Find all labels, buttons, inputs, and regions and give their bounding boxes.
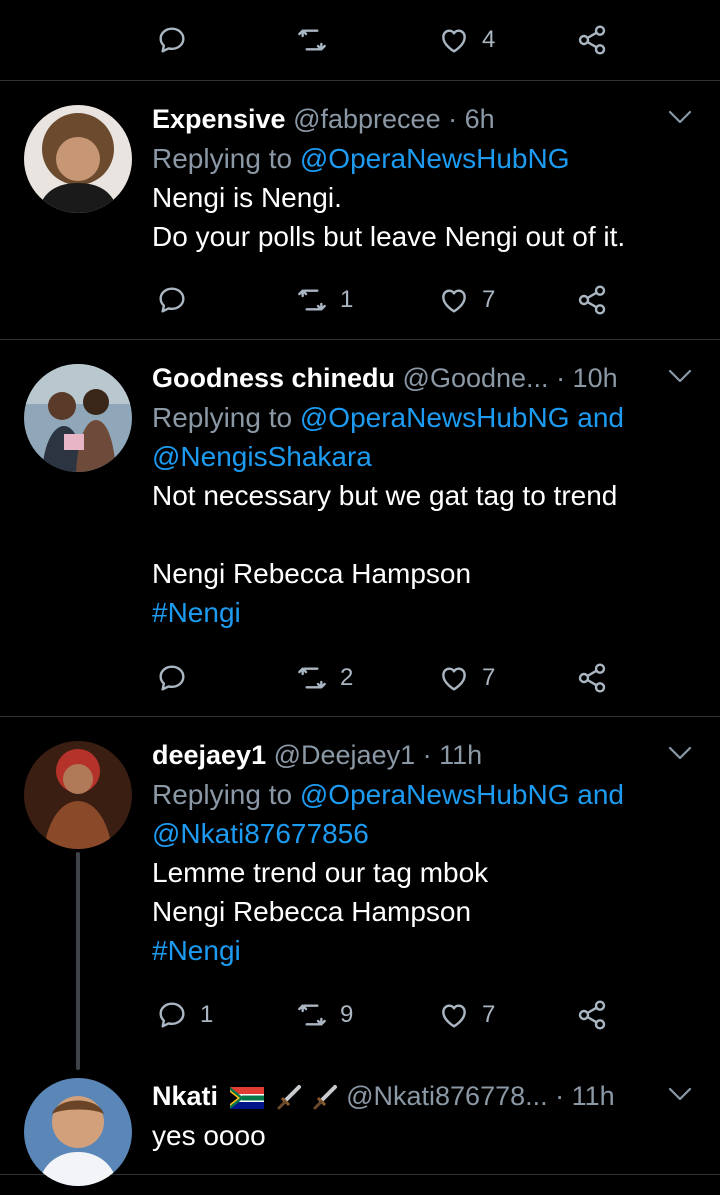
tweet-text-line: Nengi Rebecca Hampson	[152, 896, 472, 927]
tweet-text-line: Lemme trend our tag mbok	[152, 857, 489, 888]
share-icon	[578, 25, 606, 55]
tweet-body: Nkati @Nkati876778... · 11h yes oooo	[152, 1076, 696, 1155]
tweet-text-line: Nengi Rebecca Hampson	[152, 558, 472, 589]
mention-link[interactable]: @OperaNewsHubNG	[300, 402, 570, 433]
avatar[interactable]	[24, 1078, 132, 1186]
chevron-down-icon[interactable]	[668, 1086, 692, 1102]
mention-link[interactable]: @Nkati87677856	[152, 814, 696, 853]
chevron-down-icon[interactable]	[668, 109, 692, 125]
tweet-text-line: Not necessary but we gat tag to trend	[152, 480, 618, 511]
tweet-text-line	[152, 515, 696, 554]
retweet-button[interactable]: 9	[296, 995, 353, 1035]
heart-icon	[442, 1004, 466, 1028]
previous-tweet-actions: 4	[0, 0, 720, 81]
retweet-button[interactable]	[296, 20, 340, 60]
reply-icon	[159, 287, 185, 313]
replying-to: Replying to @OperaNewsHubNG and	[152, 402, 624, 433]
timestamp: · 10h	[556, 363, 618, 393]
tweet-header: deejaey1 @Deejaey1 · 11h	[152, 735, 696, 775]
handle[interactable]: @Goodne...	[403, 363, 549, 393]
tweet[interactable]: deejaey1 @Deejaey1 · 11h Replying to @Op…	[0, 717, 720, 1057]
tweet-body: Goodness chinedu @Goodne... · 10h Replyi…	[152, 358, 696, 632]
share-button[interactable]	[576, 995, 608, 1035]
timestamp: · 11h	[555, 1081, 615, 1111]
chevron-down-icon[interactable]	[668, 745, 692, 761]
display-name[interactable]: Goodness chinedu	[152, 363, 395, 393]
reply-button[interactable]	[156, 20, 200, 60]
tweet-text-line: yes oooo	[152, 1120, 266, 1151]
hashtag-link[interactable]: #Nengi	[152, 931, 696, 970]
retweet-button[interactable]: 1	[296, 280, 353, 320]
like-count: 4	[482, 26, 496, 53]
retweet-icon	[298, 289, 326, 311]
tweet-actions: 4	[152, 20, 720, 60]
timestamp: · 6h	[448, 104, 495, 134]
reply-count: 1	[200, 1001, 214, 1028]
tweet-header: Expensive @fabprecee · 6h	[152, 99, 696, 139]
display-name[interactable]: Nkati	[152, 1081, 218, 1111]
like-count: 7	[482, 664, 496, 691]
like-button[interactable]: 7	[438, 995, 495, 1035]
retweet-icon	[298, 667, 326, 689]
tweet-actions: 2 7	[152, 658, 720, 698]
tweet-actions: 1 9 7	[152, 995, 720, 1035]
handle[interactable]: @Nkati876778...	[346, 1081, 548, 1111]
reply-icon	[159, 1002, 185, 1028]
tweet-text-line: Do your polls but leave Nengi out of it.	[152, 221, 626, 252]
like-button[interactable]: 7	[438, 658, 495, 698]
tweet-header: Nkati @Nkati876778... · 11h	[152, 1076, 696, 1116]
share-button[interactable]	[576, 280, 608, 320]
mention-link[interactable]: @NengisShakara	[152, 437, 696, 476]
mention-link[interactable]: @OperaNewsHubNG	[300, 779, 570, 810]
display-name[interactable]: Expensive	[152, 104, 286, 134]
timestamp: · 11h	[422, 740, 483, 770]
tweet[interactable]: Nkati @Nkati876778... · 11h yes oooo	[0, 1060, 720, 1186]
share-icon	[578, 1000, 606, 1030]
tweet-body: Expensive @fabprecee · 6h Replying to @O…	[152, 99, 696, 256]
handle[interactable]: @Deejaey1	[274, 740, 416, 770]
retweet-count: 1	[340, 286, 354, 313]
heart-icon	[442, 29, 466, 53]
hashtag-link[interactable]: #Nengi	[152, 593, 696, 632]
retweet-button[interactable]: 2	[296, 658, 353, 698]
tweet-text-line: Nengi is Nengi.	[152, 182, 342, 213]
replying-to: Replying to @OperaNewsHubNG and	[152, 779, 624, 810]
chevron-down-icon[interactable]	[668, 368, 692, 384]
heart-icon	[442, 667, 466, 691]
avatar[interactable]	[24, 105, 132, 213]
share-button[interactable]	[576, 20, 608, 60]
retweet-icon	[298, 29, 326, 51]
share-button[interactable]	[576, 658, 608, 698]
display-name[interactable]: deejaey1	[152, 740, 266, 770]
reply-icon	[159, 27, 185, 53]
dagger-icon	[313, 1084, 337, 1110]
like-count: 7	[482, 1001, 496, 1028]
like-button[interactable]: 4	[438, 20, 495, 60]
retweet-count: 2	[340, 664, 354, 691]
reply-button[interactable]	[156, 280, 200, 320]
tweet[interactable]: Expensive @fabprecee · 6h Replying to @O…	[0, 81, 720, 340]
avatar[interactable]	[24, 364, 132, 472]
avatar[interactable]	[24, 741, 132, 849]
retweet-count: 9	[340, 1001, 354, 1028]
heart-icon	[442, 289, 466, 313]
like-count: 7	[482, 286, 496, 313]
tweet[interactable]: Goodness chinedu @Goodne... · 10h Replyi…	[0, 340, 720, 717]
share-icon	[578, 663, 606, 693]
handle[interactable]: @fabprecee	[293, 104, 441, 134]
replying-to: Replying to @OperaNewsHubNG	[152, 143, 570, 174]
reply-icon	[159, 665, 185, 691]
thread-connector-line	[76, 852, 80, 1070]
retweet-icon	[298, 1004, 326, 1026]
mention-link[interactable]: @OperaNewsHubNG	[300, 143, 570, 174]
share-icon	[578, 285, 606, 315]
dagger-icon	[277, 1084, 302, 1110]
reply-button[interactable]	[156, 658, 200, 698]
reply-button[interactable]: 1	[156, 995, 213, 1035]
like-button[interactable]: 7	[438, 280, 495, 320]
tweet-body: deejaey1 @Deejaey1 · 11h Replying to @Op…	[152, 735, 696, 970]
tweet-header: Goodness chinedu @Goodne... · 10h	[152, 358, 696, 398]
tweet-actions: 1 7	[152, 280, 720, 320]
flag-south-africa-icon	[229, 1086, 264, 1109]
